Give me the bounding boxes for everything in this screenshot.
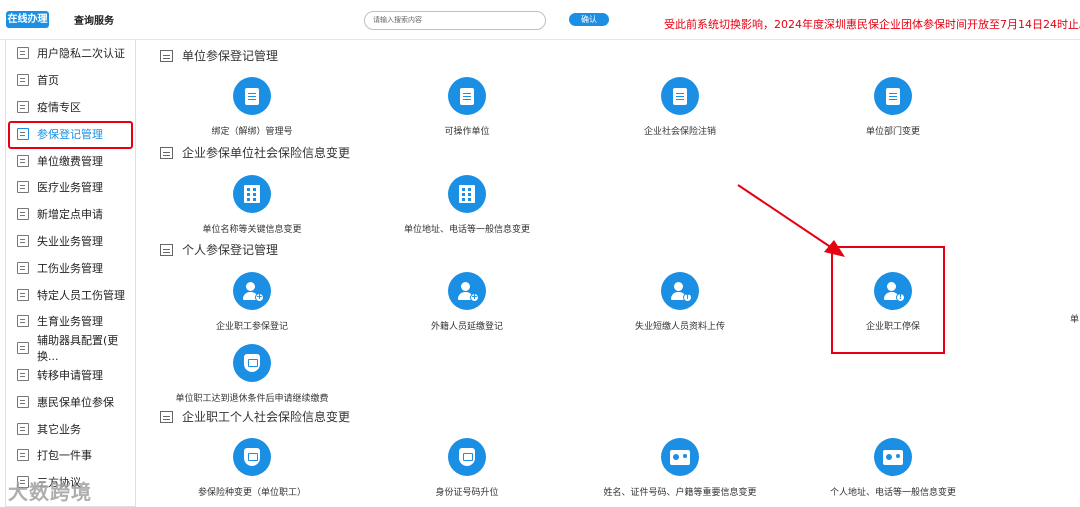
watermark: 大数跨境 (8, 480, 92, 504)
tile-highlight-annotation (831, 246, 945, 354)
